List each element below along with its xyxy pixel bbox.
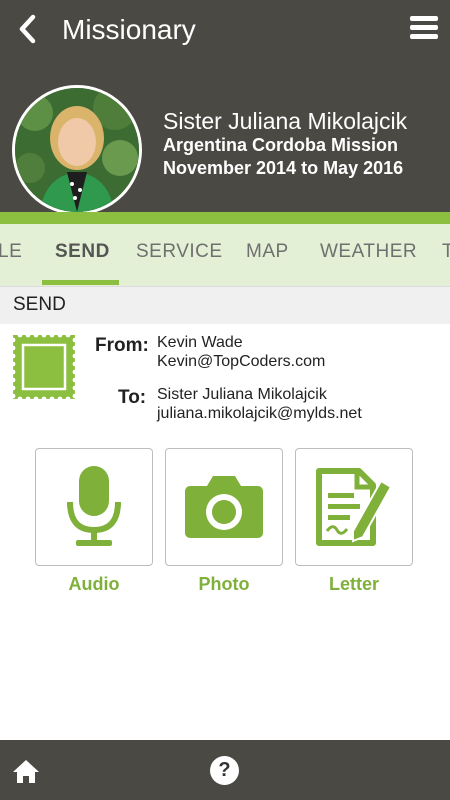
section-title: SEND [13,294,66,315]
from-name: Kevin Wade [157,334,243,351]
from-email: Kevin@TopCoders.com [157,353,326,370]
photo-label: Photo [198,574,250,594]
footer-bar: ? [0,740,450,800]
active-tab-indicator [42,280,119,285]
home-icon [13,760,39,783]
photo-button[interactable] [165,448,283,566]
missionary-dates: November 2014 to May 2016 [163,158,404,178]
stamp-icon [10,332,78,402]
accent-divider [0,212,450,224]
tab-send[interactable]: SEND [55,241,110,263]
hamburger-menu-icon [410,16,438,21]
to-name: Sister Juliana Mikolajcik [157,386,327,403]
profile-info: Sister Juliana Mikolajcik Argentina Cord… [163,108,407,180]
microphone-icon [67,466,121,546]
missionary-avatar [12,85,142,215]
header-bar: Missionary Sister Juliana Mikolajcik Arg… [0,0,450,215]
missionary-name: Sister Juliana Mikolajcik [163,108,408,134]
tab-profile[interactable]: LE [0,241,22,263]
tab-bar: LE SEND SERVICE MAP WEATHER T [0,224,450,286]
to-email: juliana.mikolajcik@mylds.net [157,405,362,422]
camera-icon [185,476,263,538]
tab-more[interactable]: T [442,241,450,263]
back-button[interactable] [14,14,44,44]
menu-button[interactable] [410,16,438,40]
letter-label: Letter [328,574,379,594]
home-button[interactable] [11,758,41,784]
audio-button[interactable] [35,448,153,566]
tab-weather[interactable]: WEATHER [320,241,417,263]
page-title: Missionary [62,14,196,45]
tab-service[interactable]: SERVICE [136,241,223,263]
missionary-mission: Argentina Cordoba Mission [163,135,399,155]
letter-button[interactable] [295,448,413,566]
from-label: From: [95,335,149,356]
help-icon[interactable]: ? [210,756,239,785]
letter-pen-icon [316,468,393,546]
section-header: SEND [0,286,450,324]
chevron-left-icon [19,14,36,44]
audio-label: Audio [68,574,120,594]
to-label: To: [118,387,147,408]
tab-map[interactable]: MAP [246,241,289,263]
